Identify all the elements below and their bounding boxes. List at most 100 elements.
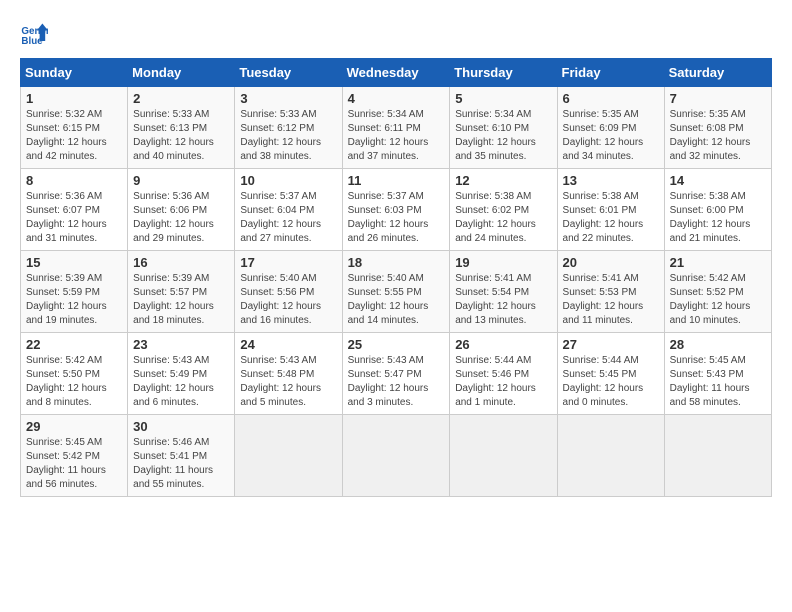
day-info: Sunrise: 5:42 AM Sunset: 5:50 PM Dayligh… <box>26 354 122 410</box>
calendar-header: SundayMondayTuesdayWednesdayThursdayFrid… <box>21 59 772 87</box>
day-info: Sunrise: 5:34 AM Sunset: 6:11 PM Dayligh… <box>348 108 445 164</box>
day-info: Sunrise: 5:32 AM Sunset: 6:15 PM Dayligh… <box>26 108 122 164</box>
calendar-cell: 6 Sunrise: 5:35 AM Sunset: 6:09 PM Dayli… <box>557 87 664 169</box>
day-number: 6 <box>563 91 659 106</box>
calendar-table: SundayMondayTuesdayWednesdayThursdayFrid… <box>20 58 772 497</box>
day-number: 29 <box>26 419 122 434</box>
day-number: 5 <box>455 91 551 106</box>
day-info: Sunrise: 5:45 AM Sunset: 5:42 PM Dayligh… <box>26 436 122 492</box>
day-info: Sunrise: 5:43 AM Sunset: 5:48 PM Dayligh… <box>240 354 336 410</box>
calendar-cell: 17 Sunrise: 5:40 AM Sunset: 5:56 PM Dayl… <box>235 251 342 333</box>
day-number: 16 <box>133 255 229 270</box>
day-info: Sunrise: 5:37 AM Sunset: 6:04 PM Dayligh… <box>240 190 336 246</box>
day-number: 4 <box>348 91 445 106</box>
header-day: Friday <box>557 59 664 87</box>
day-info: Sunrise: 5:43 AM Sunset: 5:47 PM Dayligh… <box>348 354 445 410</box>
day-number: 23 <box>133 337 229 352</box>
day-info: Sunrise: 5:36 AM Sunset: 6:06 PM Dayligh… <box>133 190 229 246</box>
header-day: Tuesday <box>235 59 342 87</box>
calendar-cell: 8 Sunrise: 5:36 AM Sunset: 6:07 PM Dayli… <box>21 169 128 251</box>
calendar-cell <box>450 415 557 497</box>
calendar-week: 8 Sunrise: 5:36 AM Sunset: 6:07 PM Dayli… <box>21 169 772 251</box>
header-row: SundayMondayTuesdayWednesdayThursdayFrid… <box>21 59 772 87</box>
logo-icon: General Blue <box>20 20 48 48</box>
day-info: Sunrise: 5:37 AM Sunset: 6:03 PM Dayligh… <box>348 190 445 246</box>
calendar-cell: 20 Sunrise: 5:41 AM Sunset: 5:53 PM Dayl… <box>557 251 664 333</box>
day-number: 2 <box>133 91 229 106</box>
calendar-body: 1 Sunrise: 5:32 AM Sunset: 6:15 PM Dayli… <box>21 87 772 497</box>
day-number: 24 <box>240 337 336 352</box>
calendar-cell <box>235 415 342 497</box>
day-number: 26 <box>455 337 551 352</box>
day-number: 19 <box>455 255 551 270</box>
calendar-cell: 23 Sunrise: 5:43 AM Sunset: 5:49 PM Dayl… <box>128 333 235 415</box>
calendar-cell: 26 Sunrise: 5:44 AM Sunset: 5:46 PM Dayl… <box>450 333 557 415</box>
day-number: 17 <box>240 255 336 270</box>
calendar-cell: 13 Sunrise: 5:38 AM Sunset: 6:01 PM Dayl… <box>557 169 664 251</box>
calendar-cell: 1 Sunrise: 5:32 AM Sunset: 6:15 PM Dayli… <box>21 87 128 169</box>
calendar-cell: 2 Sunrise: 5:33 AM Sunset: 6:13 PM Dayli… <box>128 87 235 169</box>
day-info: Sunrise: 5:41 AM Sunset: 5:53 PM Dayligh… <box>563 272 659 328</box>
calendar-cell: 24 Sunrise: 5:43 AM Sunset: 5:48 PM Dayl… <box>235 333 342 415</box>
day-number: 7 <box>670 91 766 106</box>
day-info: Sunrise: 5:40 AM Sunset: 5:56 PM Dayligh… <box>240 272 336 328</box>
day-info: Sunrise: 5:45 AM Sunset: 5:43 PM Dayligh… <box>670 354 766 410</box>
calendar-cell: 11 Sunrise: 5:37 AM Sunset: 6:03 PM Dayl… <box>342 169 450 251</box>
calendar-cell: 16 Sunrise: 5:39 AM Sunset: 5:57 PM Dayl… <box>128 251 235 333</box>
day-number: 27 <box>563 337 659 352</box>
calendar-week: 29 Sunrise: 5:45 AM Sunset: 5:42 PM Dayl… <box>21 415 772 497</box>
calendar-cell: 19 Sunrise: 5:41 AM Sunset: 5:54 PM Dayl… <box>450 251 557 333</box>
day-number: 13 <box>563 173 659 188</box>
day-info: Sunrise: 5:38 AM Sunset: 6:02 PM Dayligh… <box>455 190 551 246</box>
day-info: Sunrise: 5:36 AM Sunset: 6:07 PM Dayligh… <box>26 190 122 246</box>
calendar-cell: 30 Sunrise: 5:46 AM Sunset: 5:41 PM Dayl… <box>128 415 235 497</box>
day-number: 11 <box>348 173 445 188</box>
calendar-cell: 25 Sunrise: 5:43 AM Sunset: 5:47 PM Dayl… <box>342 333 450 415</box>
calendar-cell: 18 Sunrise: 5:40 AM Sunset: 5:55 PM Dayl… <box>342 251 450 333</box>
calendar-cell: 10 Sunrise: 5:37 AM Sunset: 6:04 PM Dayl… <box>235 169 342 251</box>
header-day: Saturday <box>664 59 771 87</box>
calendar-cell <box>664 415 771 497</box>
calendar-cell <box>342 415 450 497</box>
calendar-cell: 3 Sunrise: 5:33 AM Sunset: 6:12 PM Dayli… <box>235 87 342 169</box>
calendar-cell: 9 Sunrise: 5:36 AM Sunset: 6:06 PM Dayli… <box>128 169 235 251</box>
day-number: 20 <box>563 255 659 270</box>
day-number: 9 <box>133 173 229 188</box>
day-info: Sunrise: 5:41 AM Sunset: 5:54 PM Dayligh… <box>455 272 551 328</box>
day-info: Sunrise: 5:42 AM Sunset: 5:52 PM Dayligh… <box>670 272 766 328</box>
day-number: 30 <box>133 419 229 434</box>
calendar-cell: 5 Sunrise: 5:34 AM Sunset: 6:10 PM Dayli… <box>450 87 557 169</box>
day-info: Sunrise: 5:43 AM Sunset: 5:49 PM Dayligh… <box>133 354 229 410</box>
calendar-cell: 15 Sunrise: 5:39 AM Sunset: 5:59 PM Dayl… <box>21 251 128 333</box>
day-info: Sunrise: 5:38 AM Sunset: 6:01 PM Dayligh… <box>563 190 659 246</box>
day-number: 18 <box>348 255 445 270</box>
day-number: 25 <box>348 337 445 352</box>
day-info: Sunrise: 5:40 AM Sunset: 5:55 PM Dayligh… <box>348 272 445 328</box>
calendar-cell: 27 Sunrise: 5:44 AM Sunset: 5:45 PM Dayl… <box>557 333 664 415</box>
calendar-cell: 28 Sunrise: 5:45 AM Sunset: 5:43 PM Dayl… <box>664 333 771 415</box>
calendar-week: 1 Sunrise: 5:32 AM Sunset: 6:15 PM Dayli… <box>21 87 772 169</box>
day-info: Sunrise: 5:44 AM Sunset: 5:45 PM Dayligh… <box>563 354 659 410</box>
calendar-cell: 29 Sunrise: 5:45 AM Sunset: 5:42 PM Dayl… <box>21 415 128 497</box>
day-info: Sunrise: 5:35 AM Sunset: 6:09 PM Dayligh… <box>563 108 659 164</box>
calendar-week: 15 Sunrise: 5:39 AM Sunset: 5:59 PM Dayl… <box>21 251 772 333</box>
day-number: 22 <box>26 337 122 352</box>
calendar-cell: 22 Sunrise: 5:42 AM Sunset: 5:50 PM Dayl… <box>21 333 128 415</box>
day-info: Sunrise: 5:39 AM Sunset: 5:57 PM Dayligh… <box>133 272 229 328</box>
day-info: Sunrise: 5:38 AM Sunset: 6:00 PM Dayligh… <box>670 190 766 246</box>
day-info: Sunrise: 5:35 AM Sunset: 6:08 PM Dayligh… <box>670 108 766 164</box>
calendar-cell: 4 Sunrise: 5:34 AM Sunset: 6:11 PM Dayli… <box>342 87 450 169</box>
day-info: Sunrise: 5:33 AM Sunset: 6:12 PM Dayligh… <box>240 108 336 164</box>
header-day: Monday <box>128 59 235 87</box>
day-info: Sunrise: 5:46 AM Sunset: 5:41 PM Dayligh… <box>133 436 229 492</box>
day-number: 3 <box>240 91 336 106</box>
day-number: 1 <box>26 91 122 106</box>
day-number: 28 <box>670 337 766 352</box>
logo: General Blue <box>20 20 52 48</box>
day-info: Sunrise: 5:44 AM Sunset: 5:46 PM Dayligh… <box>455 354 551 410</box>
day-number: 21 <box>670 255 766 270</box>
calendar-cell: 12 Sunrise: 5:38 AM Sunset: 6:02 PM Dayl… <box>450 169 557 251</box>
header-day: Thursday <box>450 59 557 87</box>
header-day: Sunday <box>21 59 128 87</box>
day-number: 10 <box>240 173 336 188</box>
